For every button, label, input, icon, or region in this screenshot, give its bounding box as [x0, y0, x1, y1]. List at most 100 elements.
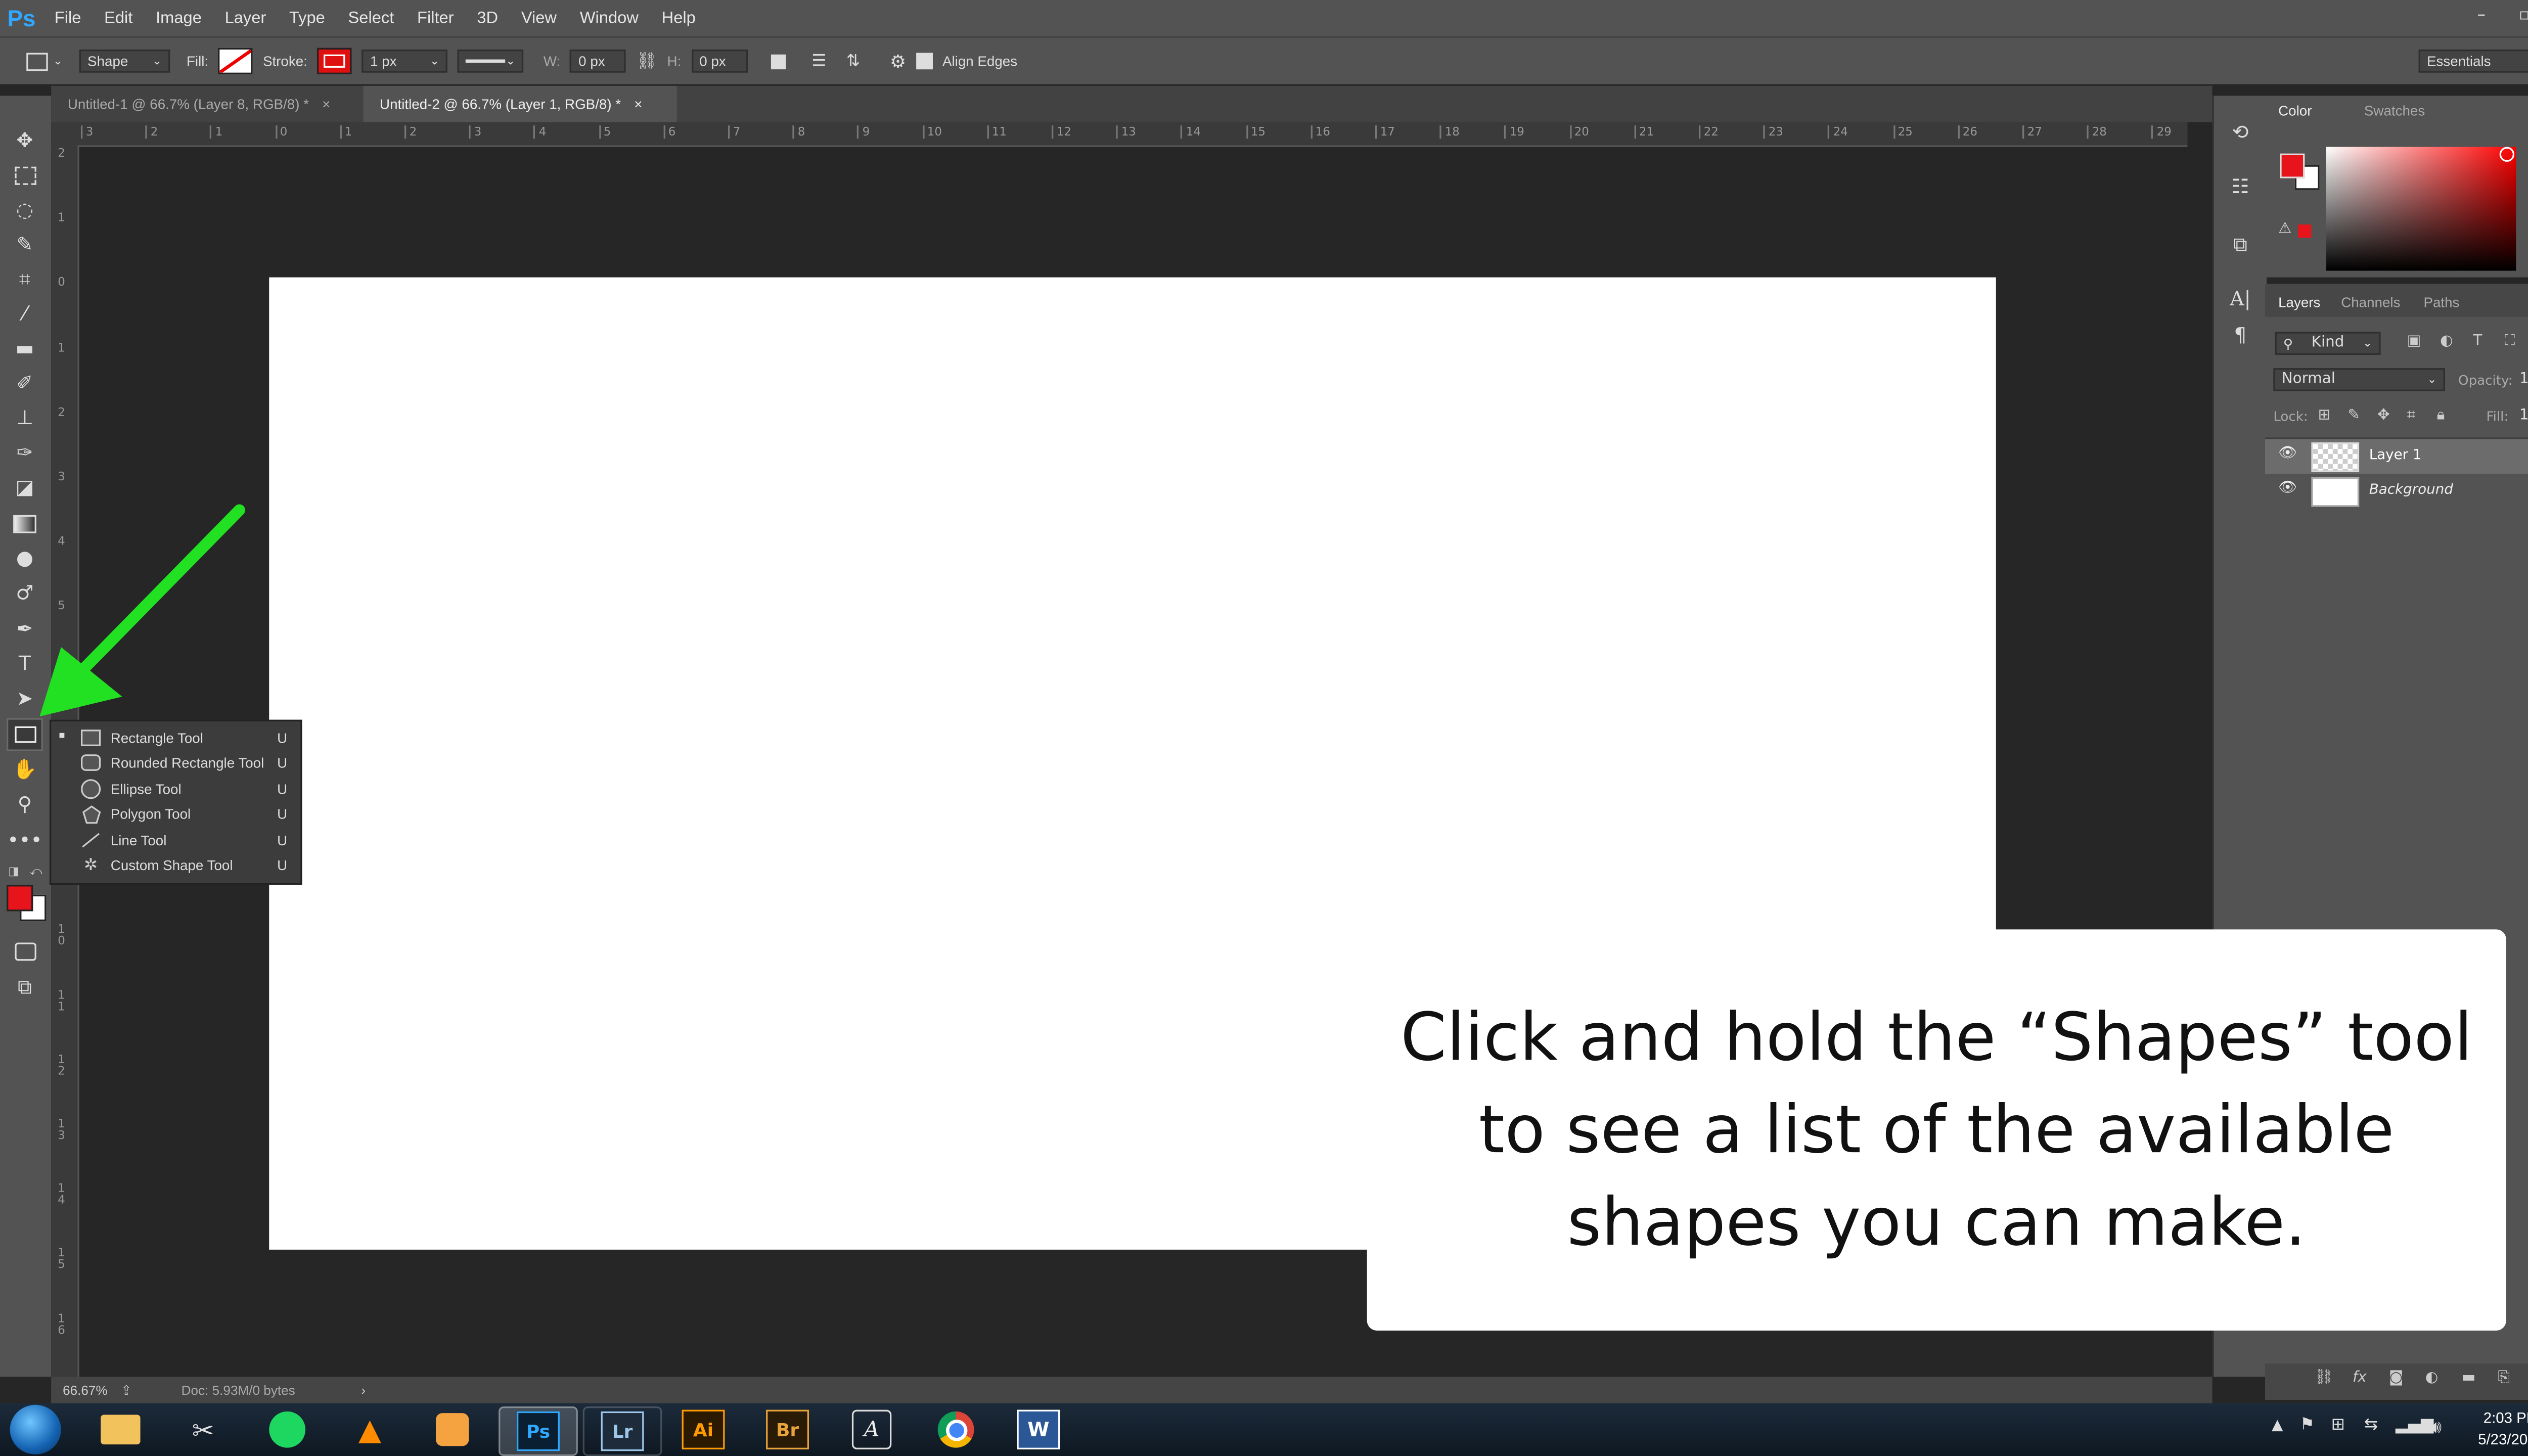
flyout-polygon-tool[interactable]: Polygon Tool U [51, 801, 300, 827]
tab-channels[interactable]: Channels [2341, 287, 2400, 317]
foreground-color-swatch[interactable] [7, 885, 33, 912]
menu-filter[interactable]: Filter [405, 9, 465, 27]
add-mask-icon[interactable]: ◙ [2389, 1370, 2404, 1387]
properties-panel-icon[interactable]: ☷ [2222, 170, 2259, 203]
menu-window[interactable]: Window [568, 9, 650, 27]
taskbar-bridge-icon[interactable]: Br [749, 1406, 825, 1452]
tab-untitled-2[interactable]: Untitled-2 @ 66.7% (Layer 1, RGB/8) * × [363, 85, 677, 122]
tab-swatches[interactable]: Swatches [2364, 96, 2425, 125]
start-button[interactable] [10, 1404, 61, 1454]
taskbar-word-icon[interactable]: W [1001, 1406, 1076, 1452]
lock-pixels-icon[interactable]: ✎ [2348, 408, 2360, 425]
quick-mask-icon[interactable] [7, 934, 43, 967]
show-hidden-icons[interactable]: ▲ [2272, 1418, 2283, 1435]
taskbar-font-app-icon[interactable]: A [834, 1406, 910, 1452]
new-group-icon[interactable]: ▬ [2462, 1370, 2476, 1387]
history-brush-tool-icon[interactable]: ✑ [7, 436, 43, 469]
link-layers-icon[interactable]: ⛓ [2315, 1370, 2333, 1387]
path-alignment-icon[interactable]: ☰ [811, 52, 826, 70]
opacity-field[interactable]: 100% ⌄ [2513, 368, 2528, 391]
more-tools-icon[interactable]: ••• [7, 824, 43, 856]
link-icon[interactable]: ⛓ [636, 52, 657, 70]
filter-shape-icon[interactable]: ⛶ [2504, 334, 2515, 350]
path-operations-icon[interactable] [770, 54, 786, 69]
color-picker-cursor[interactable] [2499, 147, 2515, 162]
menu-3d[interactable]: 3D [465, 9, 509, 27]
stroke-swatch[interactable] [317, 48, 352, 74]
taskbar-photoshop-icon[interactable]: Ps [499, 1406, 578, 1456]
menu-select[interactable]: Select [337, 9, 405, 27]
menu-image[interactable]: Image [144, 9, 213, 27]
foreground-color-swatch[interactable] [2280, 153, 2305, 178]
taskbar-illustrator-icon[interactable]: Ai [665, 1406, 741, 1452]
stroke-type-select[interactable]: ⌄ [458, 49, 524, 73]
action-center-flag-icon[interactable]: ⚑ [2300, 1417, 2315, 1435]
crop-tool-icon[interactable]: ⌗ [7, 262, 43, 295]
zoom-level[interactable]: 66.67% [63, 1383, 108, 1397]
menu-view[interactable]: View [510, 9, 568, 27]
align-edges-checkbox[interactable] [916, 53, 933, 70]
flyout-line-tool[interactable]: Line Tool U [51, 827, 300, 853]
lock-position-icon[interactable]: ✥ [2377, 408, 2390, 425]
close-icon[interactable]: × [322, 96, 330, 112]
minimize-button[interactable]: – [2460, 0, 2503, 30]
brush-presets-icon[interactable]: ⧉ [2222, 228, 2259, 261]
screen-mode-icon[interactable]: ⧉ [7, 971, 43, 1004]
clone-stamp-tool-icon[interactable]: ⊥ [7, 401, 43, 434]
brush-tool-icon[interactable]: ✐ [7, 367, 43, 399]
layer-row-background[interactable]: 👁︎ Background 🔒︎ [2265, 474, 2528, 509]
close-icon[interactable]: × [634, 96, 642, 112]
hand-tool-icon[interactable]: ✋ [7, 753, 43, 786]
lock-artboard-icon[interactable]: ⌗ [2407, 408, 2416, 425]
healing-brush-tool-icon[interactable]: ▬ [7, 332, 43, 365]
lock-transparent-icon[interactable]: ⊞ [2318, 408, 2330, 425]
status-menu-arrow-icon[interactable]: › [361, 1383, 366, 1397]
network-signal-icon[interactable]: ▂▄▆ [2396, 1417, 2433, 1435]
clock-date[interactable]: 5/23/2016 [2470, 1431, 2528, 1448]
zoom-tool-icon[interactable]: ⚲ [7, 788, 43, 821]
flyout-rectangle-tool[interactable]: Rectangle Tool U [51, 724, 300, 750]
flyout-rounded-rectangle-tool[interactable]: Rounded Rectangle Tool U [51, 750, 300, 776]
eyedropper-tool-icon[interactable]: ⁄ [7, 297, 43, 330]
lock-all-icon[interactable]: 🔒︎ [2437, 408, 2445, 425]
windows-icon[interactable]: ⊞ [2331, 1417, 2345, 1435]
history-panel-icon[interactable]: ⟲ [2222, 116, 2259, 149]
tab-layers[interactable]: Layers [2278, 287, 2320, 317]
layer-filter-select[interactable]: ⚲ Kind ⌄ [2275, 332, 2381, 355]
new-layer-icon[interactable]: ⎘ [2498, 1370, 2510, 1387]
quick-selection-tool-icon[interactable]: ✎ [7, 228, 43, 261]
menu-help[interactable]: Help [650, 9, 707, 27]
layer-style-icon[interactable]: fx [2353, 1370, 2367, 1387]
tab-color[interactable]: Color [2278, 96, 2312, 125]
blend-mode-select[interactable]: Normal ⌄ [2273, 368, 2445, 391]
marquee-tool-icon[interactable] [7, 158, 43, 191]
filter-type-icon[interactable]: T [2473, 334, 2482, 350]
filter-pixel-icon[interactable]: ▣ [2407, 334, 2421, 350]
width-field[interactable]: 0 px [570, 49, 626, 73]
flyout-custom-shape-tool[interactable]: ✲ Custom Shape Tool U [51, 853, 300, 879]
swap-colors-icon[interactable]: ⤺ [30, 865, 42, 880]
fill-swatch[interactable] [218, 48, 253, 74]
color-field[interactable] [2326, 147, 2516, 271]
move-tool-icon[interactable]: ✥ [7, 124, 43, 157]
tool-mode-select[interactable]: Shape ⌄ [79, 49, 170, 73]
spotify-icon[interactable] [249, 1406, 325, 1452]
stroke-width-field[interactable]: 1 px ⌄ [362, 49, 448, 73]
restore-button[interactable]: ▫ [2503, 0, 2528, 30]
flyout-ellipse-tool[interactable]: Ellipse Tool U [51, 776, 300, 802]
path-arrangement-icon[interactable]: ⇅ [846, 52, 860, 70]
gear-icon[interactable]: ⚙ [890, 51, 906, 72]
vlc-icon[interactable]: ▲ [332, 1406, 408, 1452]
character-panel-icon[interactable]: A| [2222, 282, 2259, 315]
sync-icon[interactable]: ⇆ [2364, 1417, 2378, 1435]
menu-file[interactable]: File [43, 9, 93, 27]
web-safe-swatch[interactable] [2298, 224, 2312, 238]
visibility-eye-icon[interactable]: 👁︎ [2278, 480, 2297, 497]
export-icon[interactable]: ⇪ [121, 1383, 132, 1397]
media-player-icon[interactable] [415, 1406, 490, 1452]
workspace-select[interactable]: Essentials ⌄ [2418, 49, 2528, 73]
menu-layer[interactable]: Layer [213, 9, 278, 27]
tool-preset-picker[interactable]: ⌄ [20, 50, 69, 73]
lasso-tool-icon[interactable]: ◌ [7, 193, 43, 226]
default-colors-icon[interactable]: ◨ [8, 865, 19, 878]
